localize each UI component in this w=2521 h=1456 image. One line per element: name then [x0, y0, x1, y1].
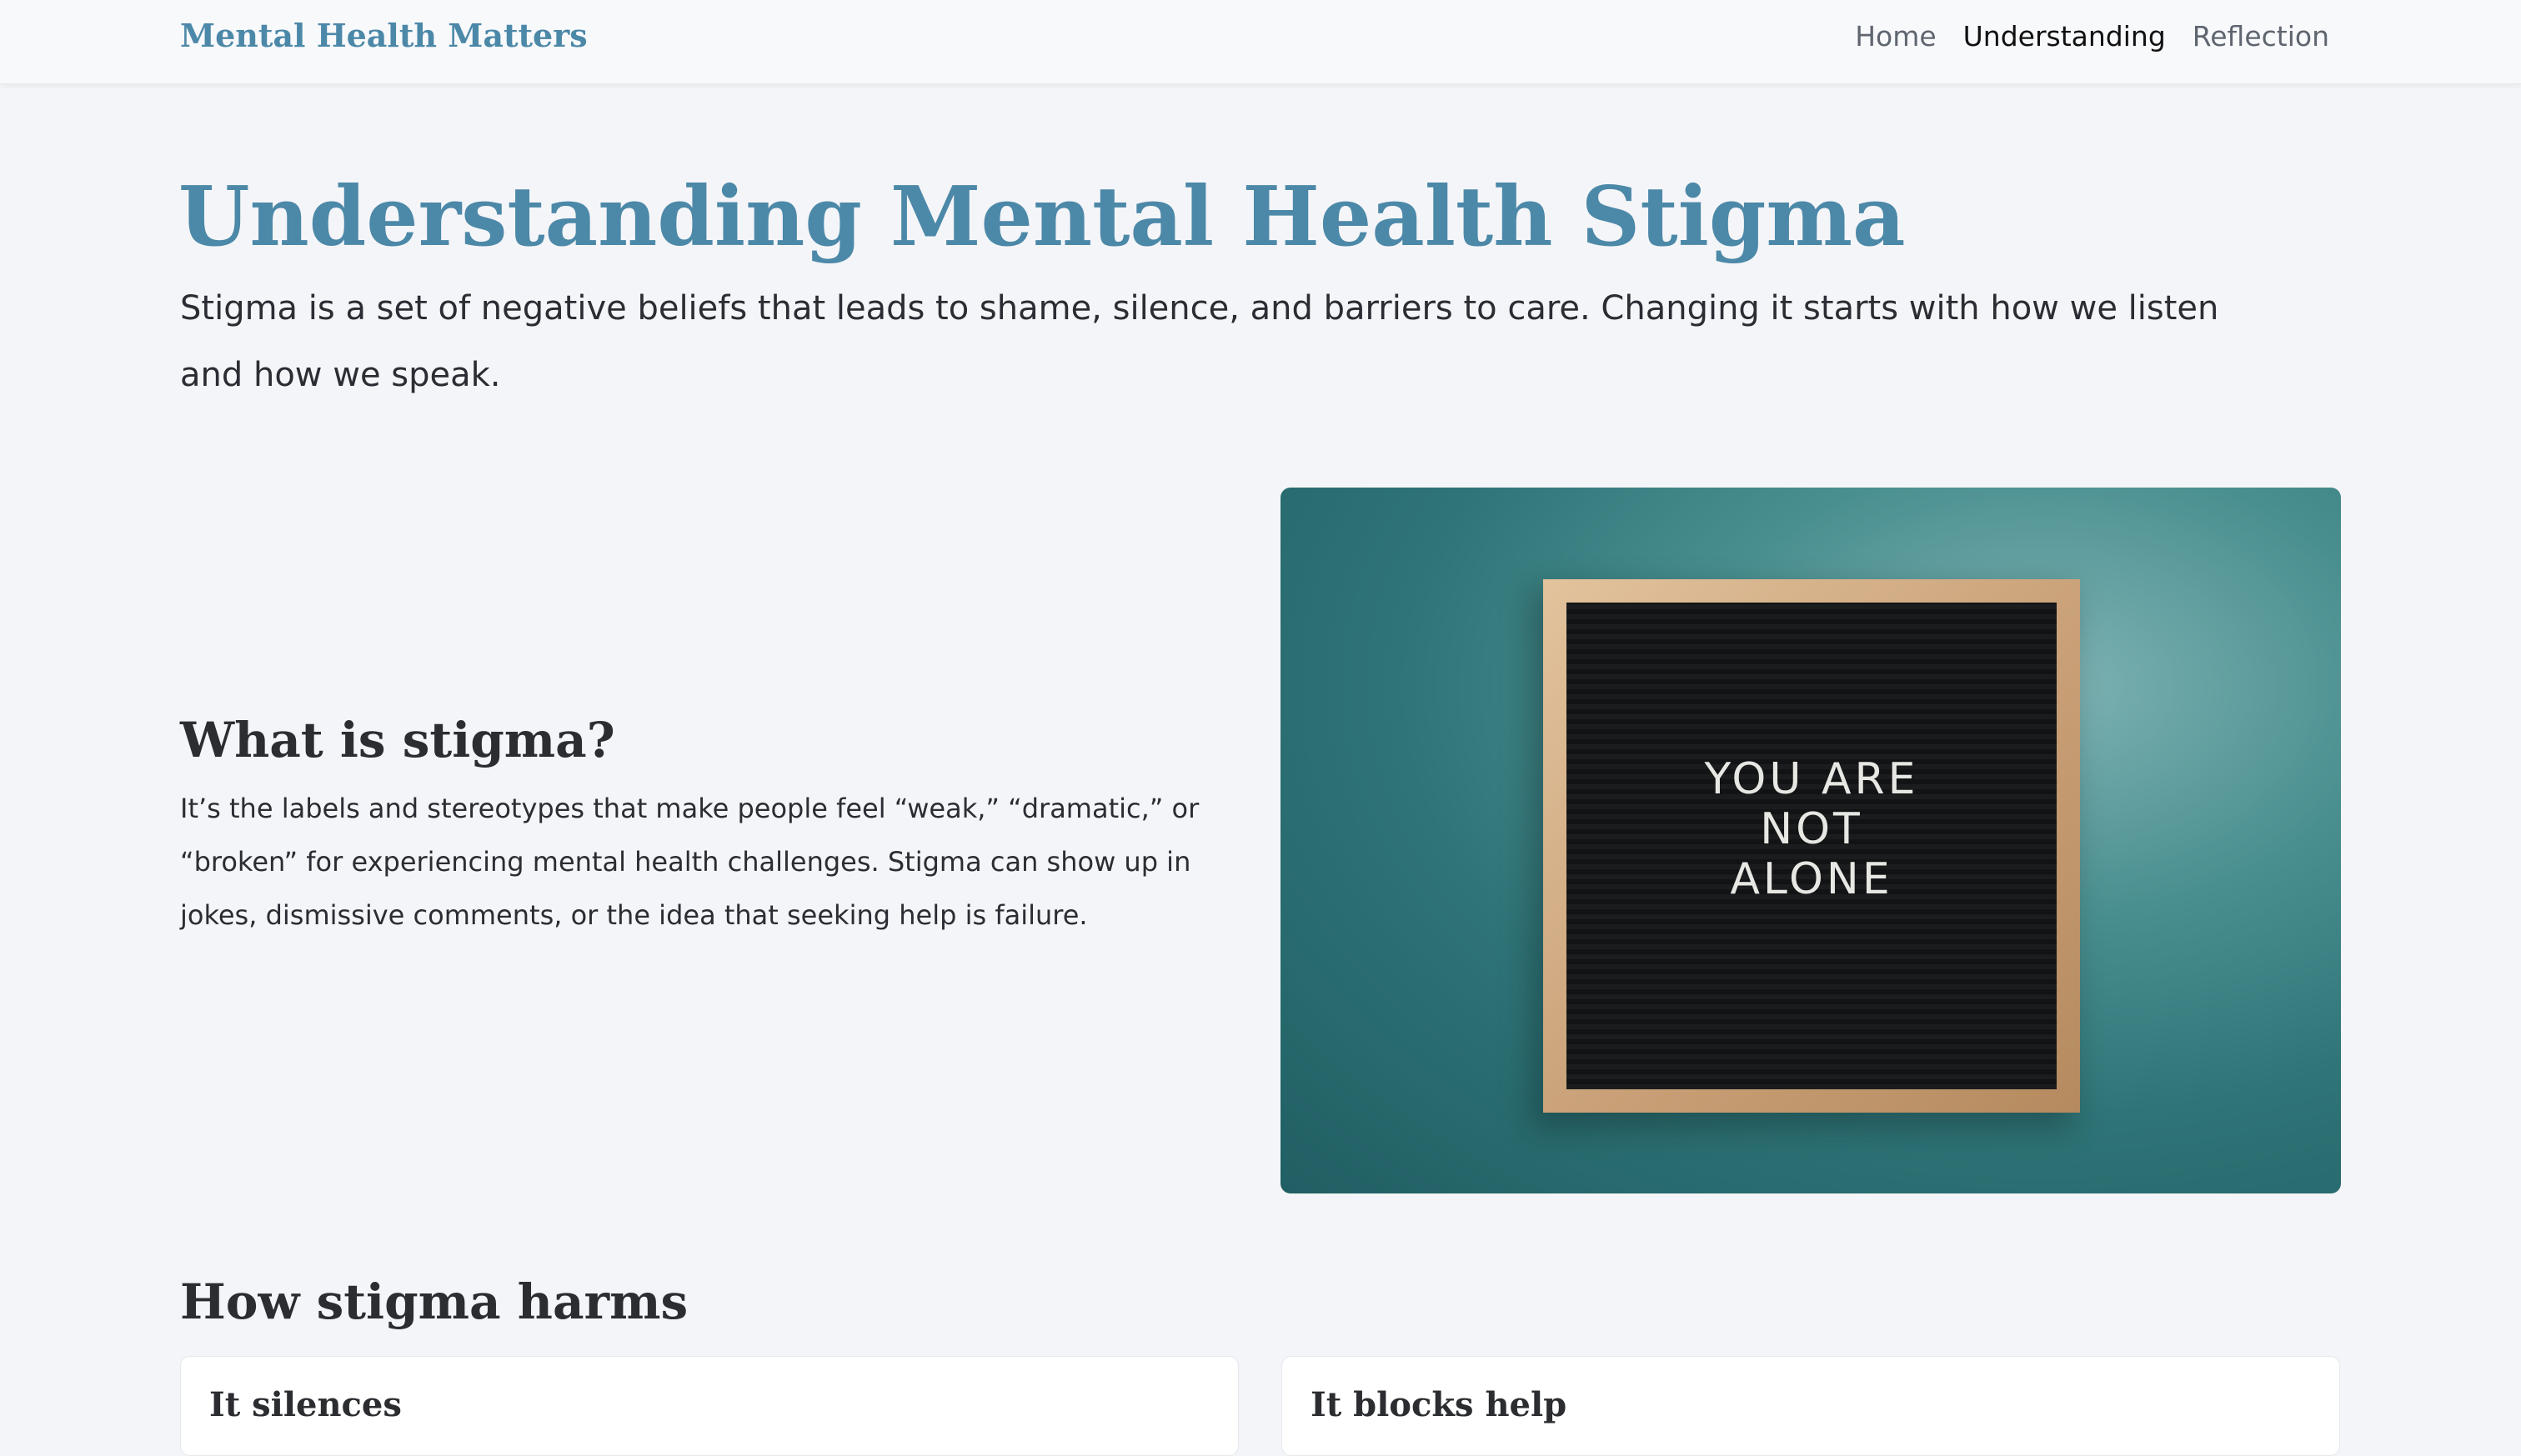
letter-board-text: YOU ARE NOT ALONE [1704, 754, 1919, 904]
what-is-stigma-heading: What is stigma? [180, 712, 615, 768]
letter-board-felt: YOU ARE NOT ALONE [1566, 603, 2057, 1089]
what-is-stigma-body: It’s the labels and stereotypes that mak… [180, 793, 1200, 931]
nav-link-understanding[interactable]: Understanding [1963, 20, 2166, 53]
nav-link-home[interactable]: Home [1855, 20, 1936, 53]
harm-card-title: It blocks help [1311, 1385, 1567, 1424]
harm-card-silences: It silences [180, 1356, 1239, 1456]
page-title: Understanding Mental Health Stigma [178, 169, 1906, 265]
main-nav: Home Understanding Reflection [1855, 20, 2329, 53]
top-navbar: Mental Health Matters Home Understanding… [0, 0, 2521, 84]
nav-link-reflection[interactable]: Reflection [2193, 20, 2329, 53]
how-stigma-harms-heading: How stigma harms [180, 1273, 689, 1330]
brand-logo[interactable]: Mental Health Matters [180, 17, 588, 54]
letter-board-frame: YOU ARE NOT ALONE [1543, 579, 2080, 1113]
page-subtitle: Stigma is a set of negative beliefs that… [180, 289, 2219, 394]
letter-board-photo: YOU ARE NOT ALONE [1281, 488, 2341, 1193]
harm-card-blocks-help: It blocks help [1281, 1356, 2340, 1456]
harm-card-title: It silences [209, 1385, 402, 1424]
